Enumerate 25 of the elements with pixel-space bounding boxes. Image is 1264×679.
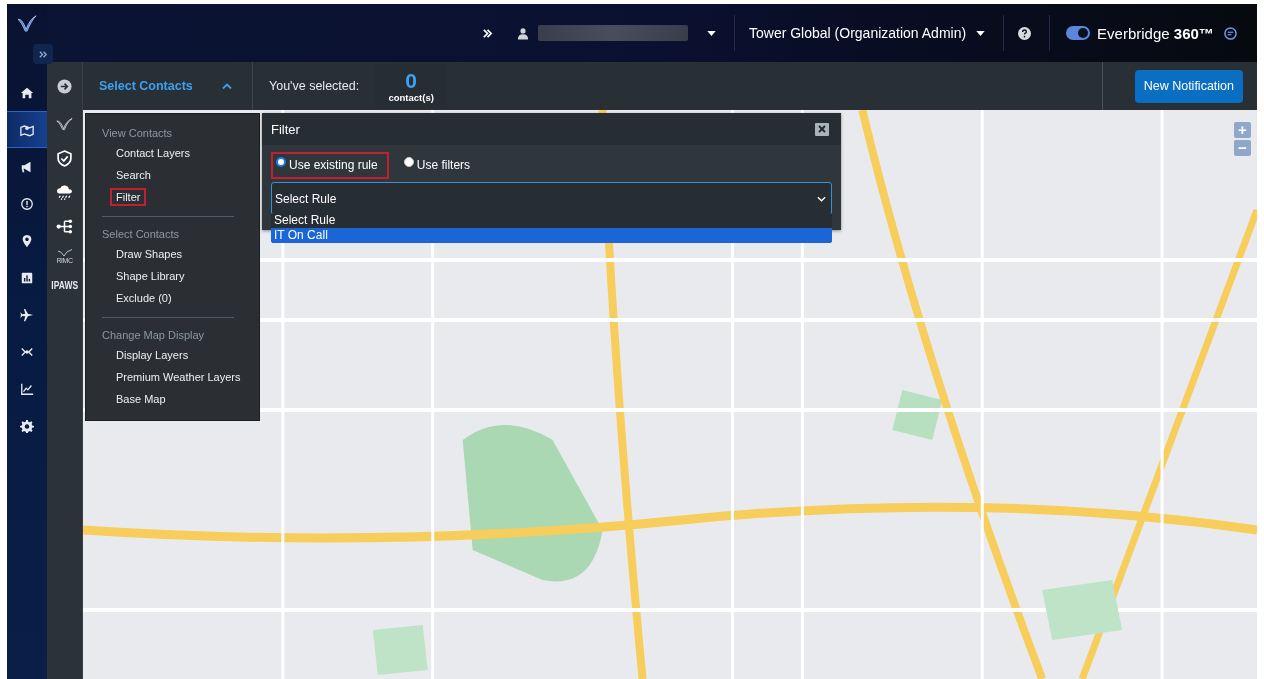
menu-heading: View Contacts [102,126,174,140]
dropdown-option[interactable]: IT On Call [271,228,832,243]
organization-name[interactable]: Tower Global (Organization Admin) [749,25,967,41]
menu-item[interactable]: Base Map [110,390,172,408]
rule-select[interactable]: Select Rule [271,182,832,215]
radio-option[interactable]: Use existing rule [271,152,389,179]
ipaws-link[interactable]: IPAWS [51,280,78,291]
brand-name: Everbridge 360™ [1097,24,1214,42]
menu-item[interactable]: Display Layers [110,346,195,364]
new-notification-button[interactable]: New Notification [1134,69,1243,103]
menu-item[interactable]: Contact Layers [110,144,196,162]
menu-item[interactable]: Search [110,166,157,184]
dropdown-option[interactable]: Select Rule [271,213,832,228]
radio-option[interactable]: Use filters [398,152,482,179]
menu-heading: Change Map Display [102,328,206,342]
menu-item[interactable]: Exclude (0) [110,289,178,307]
selected-label: You've selected: [269,79,360,93]
dialog-title: Filter [271,121,300,137]
menu-heading: Select Contacts [102,227,181,241]
menu-item[interactable]: Shape Library [110,267,191,285]
count-unit: contact(s) [388,91,434,103]
menu-item[interactable]: Premium Weather Layers [110,368,247,386]
menu-item[interactable]: Filter [110,188,147,206]
menu-item[interactable]: Draw Shapes [110,245,189,263]
contact-count: 0 [405,69,418,92]
